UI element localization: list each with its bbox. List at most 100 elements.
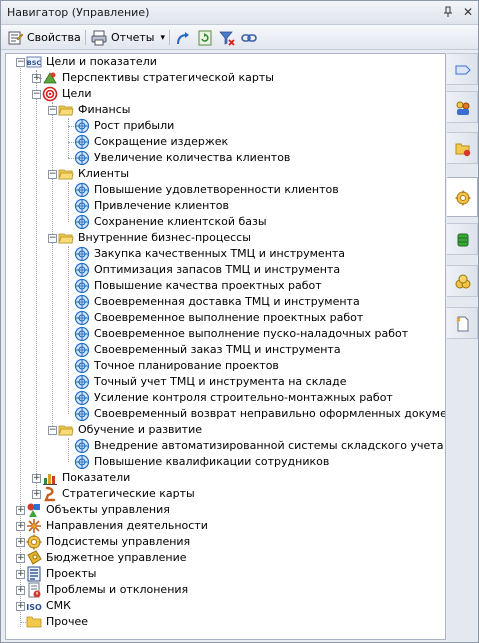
problems-icon	[28, 582, 41, 598]
expand-toggle[interactable]: +	[16, 570, 25, 579]
node-label: Оптимизация запасов ТМЦ и инструмента	[94, 263, 341, 276]
goals-tab-icon	[455, 190, 471, 206]
node-label: Привлечение клиентов	[94, 199, 229, 212]
goal-icon	[74, 118, 90, 134]
properties-button[interactable]: Свойства	[7, 28, 81, 47]
expand-toggle[interactable]: +	[16, 554, 25, 563]
node-label: Рост прибыли	[94, 119, 175, 132]
goal-icon	[74, 278, 90, 294]
expand-toggle[interactable]: +	[32, 490, 41, 499]
tree-item-goal[interactable]: Оптимизация запасов ТМЦ и инструмента	[6, 262, 445, 278]
folder-tab-icon	[455, 143, 471, 157]
node-label: Показатели	[62, 471, 131, 484]
tree-item-goal[interactable]: Закупка качественных ТМЦ и инструмента	[6, 246, 445, 262]
tree-folder-clients[interactable]: − Клиенты	[6, 166, 445, 182]
collapse-toggle[interactable]: −	[48, 106, 57, 115]
directions-icon	[27, 519, 41, 533]
tree-node-perspectives[interactable]: + Перспективы стратегической карты	[6, 70, 445, 86]
side-tab-folder[interactable]	[447, 132, 478, 164]
svg-text:ISO: ISO	[26, 603, 42, 612]
tree-item-goal[interactable]: Своевременный заказ ТМЦ и инструмента	[6, 342, 445, 358]
new-document-tab-icon	[456, 316, 469, 332]
side-tab-coins[interactable]	[447, 265, 478, 297]
expand-toggle[interactable]: +	[16, 602, 25, 611]
expand-toggle[interactable]: +	[16, 522, 25, 531]
pin-icon[interactable]	[441, 5, 455, 19]
target-icon	[42, 86, 58, 102]
expand-toggle[interactable]: +	[16, 538, 25, 547]
close-icon[interactable]: ✕	[461, 5, 475, 19]
node-label: Повышение квалификации сотрудников	[94, 455, 330, 468]
subsystems-icon	[26, 534, 42, 550]
collapse-toggle[interactable]: −	[48, 234, 57, 243]
collapse-toggle[interactable]: −	[48, 426, 57, 435]
tree-folder-finance[interactable]: − Финансы	[6, 102, 445, 118]
goal-icon	[74, 342, 90, 358]
goal-icon	[74, 390, 90, 406]
objects-icon	[27, 503, 40, 517]
link-button[interactable]	[241, 28, 261, 47]
tree-node-activity-directions[interactable]: + Направления деятельности	[6, 518, 445, 534]
node-label: Закупка качественных ТМЦ и инструмента	[94, 247, 346, 260]
goal-icon	[74, 214, 90, 230]
tree-node-goals[interactable]: − Цели	[6, 86, 445, 102]
expand-toggle[interactable]: +	[16, 586, 25, 595]
tree-item-goal[interactable]: Привлечение клиентов	[6, 198, 445, 214]
tree-item-goal[interactable]: Своевременный возврат неправильно оформл…	[6, 406, 445, 422]
side-tab-flow[interactable]	[447, 53, 478, 85]
tree-node-qms[interactable]: + ISO СМК	[6, 598, 445, 614]
expand-toggle[interactable]: +	[16, 506, 25, 515]
tree-item-goal[interactable]: Точное планирование проектов	[6, 358, 445, 374]
node-label: Точный учет ТМЦ и инструмента на складе	[94, 375, 347, 388]
tree-item-goal[interactable]: Своевременная доставка ТМЦ и инструмента	[6, 294, 445, 310]
node-label: Прочее	[46, 615, 89, 628]
perspective-map-icon	[43, 72, 57, 84]
tree-guide	[36, 78, 42, 79]
tree-node-subsystems[interactable]: + Подсистемы управления	[6, 534, 445, 550]
collapse-toggle[interactable]: −	[16, 58, 25, 67]
tree-item-goal[interactable]: Повышение качества проектных работ	[6, 278, 445, 294]
tree-node-projects[interactable]: + Проекты	[6, 566, 445, 582]
node-label: Своевременная доставка ТМЦ и инструмента	[94, 295, 360, 308]
side-tab-database[interactable]	[447, 223, 478, 255]
tree-item-goal[interactable]: Своевременное выполнение проектных работ	[6, 310, 445, 326]
navigator-window: Навигатор (Управление) ✕ Свойства Отчеты…	[0, 0, 479, 643]
collapse-toggle[interactable]: −	[48, 170, 57, 179]
tree-node-problems[interactable]: + Проблемы и отклонения	[6, 582, 445, 598]
refresh-button[interactable]	[197, 28, 217, 47]
side-tab-new-document[interactable]	[447, 307, 478, 339]
tree-item-goal[interactable]: Точный учет ТМЦ и инструмента на складе	[6, 374, 445, 390]
goal-icon	[74, 358, 90, 374]
side-tab-people[interactable]	[447, 91, 478, 123]
tree-node-budget[interactable]: + Бюджетное управление	[6, 550, 445, 566]
goal-icon	[74, 406, 90, 422]
tree-folder-learning[interactable]: − Обучение и развитие	[6, 422, 445, 438]
tree-item-goal[interactable]: Усиление контроля строительно-монтажных …	[6, 390, 445, 406]
folder-open-icon	[58, 233, 74, 244]
bsc-icon: BSC	[26, 56, 42, 68]
tree-node-management-objects[interactable]: + Объекты управления	[6, 502, 445, 518]
tree-node-indicators[interactable]: + Показатели	[6, 470, 445, 486]
tree-item-goal[interactable]: Внедрение автоматизированной системы скл…	[6, 438, 445, 454]
expand-toggle[interactable]: +	[32, 474, 41, 483]
collapse-toggle[interactable]: −	[32, 90, 41, 99]
side-tab-goals[interactable]	[447, 177, 478, 217]
tree-item-goal[interactable]: Повышение квалификации сотрудников	[6, 454, 445, 470]
navigator-tree[interactable]: − BSC Цели и показатели + Перспективы ст…	[5, 53, 446, 640]
node-label: Повышение удовлетворенности клиентов	[94, 183, 339, 196]
tree-folder-internal-processes[interactable]: − Внутренние бизнес-процессы	[6, 230, 445, 246]
tree-item-goal[interactable]: Повышение удовлетворенности клиентов	[6, 182, 445, 198]
node-label: Клиенты	[78, 167, 130, 180]
clear-filter-button[interactable]	[219, 28, 239, 47]
reports-button[interactable]: Отчеты ▾	[91, 28, 165, 47]
tree-item-goal[interactable]: Своевременное выполнение пуско-наладочны…	[6, 326, 445, 342]
folder-icon	[26, 616, 42, 628]
navigate-icon	[177, 31, 189, 44]
tree-node-other[interactable]: Прочее	[6, 614, 445, 630]
tree-node-strategy-maps[interactable]: + Стратегические карты	[6, 486, 445, 502]
budget-icon	[27, 550, 42, 565]
node-label: Своевременное выполнение пуско-наладочны…	[94, 327, 409, 340]
tree-item-goal[interactable]: Сохранение клиентской базы	[6, 214, 445, 230]
tree-node-goals-and-indicators[interactable]: − BSC Цели и показатели	[6, 54, 445, 70]
navigate-button[interactable]	[175, 28, 195, 47]
